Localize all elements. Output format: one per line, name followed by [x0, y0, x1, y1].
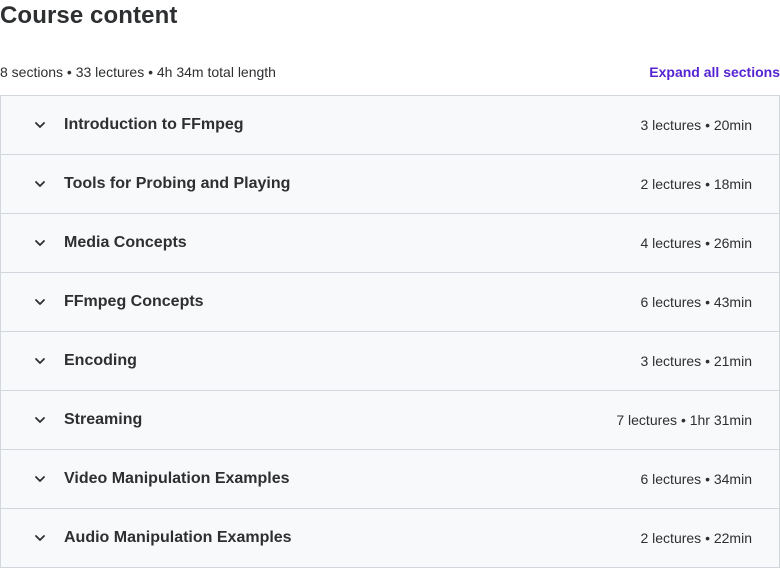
section-title: FFmpeg Concepts — [64, 293, 204, 310]
chevron-down-icon — [32, 117, 48, 133]
section-meta: 2 lectures • 18min — [640, 176, 752, 192]
section-meta: 4 lectures • 26min — [640, 235, 752, 251]
section-meta: 2 lectures • 22min — [640, 530, 752, 546]
section-meta: 7 lectures • 1hr 31min — [616, 412, 752, 428]
section-meta: 3 lectures • 20min — [640, 117, 752, 133]
chevron-down-icon — [32, 471, 48, 487]
chevron-down-icon — [32, 412, 48, 428]
section-meta: 6 lectures • 34min — [640, 471, 752, 487]
section-meta: 3 lectures • 21min — [640, 353, 752, 369]
section-panel-streaming[interactable]: Streaming 7 lectures • 1hr 31min — [1, 391, 779, 450]
chevron-down-icon — [32, 294, 48, 310]
section-panel-media-concepts[interactable]: Media Concepts 4 lectures • 26min — [1, 214, 779, 273]
sections-accordion: Introduction to FFmpeg 3 lectures • 20mi… — [0, 95, 780, 568]
chevron-down-icon — [32, 353, 48, 369]
page-title: Course content — [0, 2, 178, 29]
course-summary: 8 sections • 33 lectures • 4h 34m total … — [0, 64, 276, 80]
section-panel-introduction[interactable]: Introduction to FFmpeg 3 lectures • 20mi… — [1, 96, 779, 155]
section-panel-ffmpeg-concepts[interactable]: FFmpeg Concepts 6 lectures • 43min — [1, 273, 779, 332]
chevron-down-icon — [32, 235, 48, 251]
section-panel-audio-manipulation[interactable]: Audio Manipulation Examples 2 lectures •… — [1, 509, 779, 568]
section-panel-encoding[interactable]: Encoding 3 lectures • 21min — [1, 332, 779, 391]
section-title: Tools for Probing and Playing — [64, 175, 291, 192]
section-title: Media Concepts — [64, 234, 187, 251]
chevron-down-icon — [32, 530, 48, 546]
course-summary-row: 8 sections • 33 lectures • 4h 34m total … — [0, 62, 780, 82]
section-title: Video Manipulation Examples — [64, 470, 290, 487]
section-panel-video-manipulation[interactable]: Video Manipulation Examples 6 lectures •… — [1, 450, 779, 509]
section-meta: 6 lectures • 43min — [640, 294, 752, 310]
section-title: Streaming — [64, 411, 143, 428]
section-title: Introduction to FFmpeg — [64, 116, 244, 133]
expand-all-sections-button[interactable]: Expand all sections — [649, 62, 780, 82]
section-panel-tools[interactable]: Tools for Probing and Playing 2 lectures… — [1, 155, 779, 214]
chevron-down-icon — [32, 176, 48, 192]
section-title: Encoding — [64, 352, 137, 369]
section-title: Audio Manipulation Examples — [64, 529, 292, 546]
